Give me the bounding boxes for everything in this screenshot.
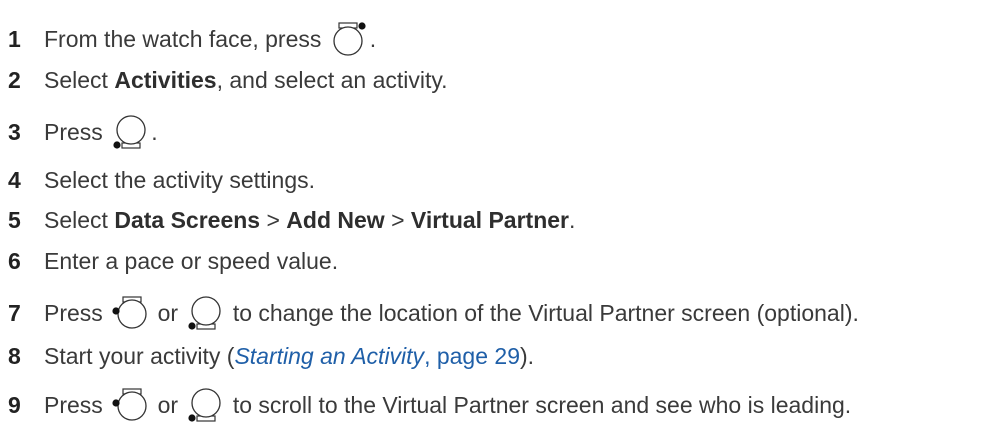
step-text-post: to change the location of the Virtual Pa… xyxy=(232,299,859,326)
step-number: 1 xyxy=(8,25,21,52)
step-2: 2 Select Activities , and select an acti… xyxy=(8,60,448,100)
step-6: 6 Enter a pace or speed value. xyxy=(8,241,338,281)
step-4: 4 Select the activity settings. xyxy=(8,160,315,200)
step-5: 5 Select Data Screens > Add New > Virtua… xyxy=(8,200,575,240)
step-text-post: ). xyxy=(519,342,535,369)
step-text-pre: Press xyxy=(44,299,103,326)
menu-separator: > xyxy=(384,206,411,233)
menu-item-virtual-partner: Virtual Partner xyxy=(410,206,569,233)
step-3: 3 Press . xyxy=(8,112,158,152)
step-text-pre: Press xyxy=(44,391,103,418)
step-text-post: . xyxy=(569,206,576,233)
step-number: 4 xyxy=(8,166,21,193)
step-text-pre: Select xyxy=(44,66,115,93)
step-text: Select the activity settings. xyxy=(44,166,316,193)
step-9: 9 Press or to scroll to the Virtual Part… xyxy=(8,385,851,425)
step-8: 8 Start your activity ( Starting an Acti… xyxy=(8,336,534,376)
step-text: Start your activity ( Starting an Activi… xyxy=(44,343,534,370)
watch-button-top-right-icon xyxy=(330,22,368,56)
step-number: 3 xyxy=(8,118,21,145)
step-number: 8 xyxy=(8,342,21,369)
menu-item-add-new: Add New xyxy=(286,206,385,233)
menu-separator: > xyxy=(260,206,287,233)
step-text: From the watch face, press . xyxy=(44,22,376,56)
step-text-post: , and select an activity. xyxy=(216,66,448,93)
step-text-mid: or xyxy=(157,299,179,326)
step-7: 7 Press or to change the location of the… xyxy=(8,293,859,333)
step-number: 6 xyxy=(8,247,21,274)
step-text-post: to scroll to the Virtual Partner screen … xyxy=(232,391,852,418)
step-text-post: . xyxy=(151,118,158,145)
step-text-pre: Select xyxy=(44,206,115,233)
step-text: Press . xyxy=(44,115,158,149)
step-text-pre: Press xyxy=(44,118,103,145)
step-number: 5 xyxy=(8,206,21,233)
watch-button-bottom-left-icon xyxy=(111,115,149,149)
watch-button-middle-left-icon xyxy=(111,388,149,422)
menu-item-data-screens: Data Screens xyxy=(114,206,261,233)
step-number: 2 xyxy=(8,66,21,93)
step-number: 7 xyxy=(8,299,21,326)
step-text-pre: From the watch face, press xyxy=(44,25,322,52)
step-text-post: . xyxy=(369,25,377,52)
cross-reference-title[interactable]: Starting an Activity xyxy=(234,343,424,369)
step-number: 9 xyxy=(8,391,21,418)
step-text: Enter a pace or speed value. xyxy=(44,247,339,274)
watch-button-bottom-left-icon xyxy=(186,296,224,330)
step-text: Select Activities , and select an activi… xyxy=(44,67,448,94)
watch-button-bottom-left-icon xyxy=(186,388,224,422)
step-text-pre: Start your activity ( xyxy=(44,342,235,369)
step-text: Press or to scroll to the Virtual Partne… xyxy=(44,388,851,422)
menu-item-activities: Activities xyxy=(114,66,217,93)
cross-reference-link[interactable]: Starting an Activity, page 29 xyxy=(234,343,520,370)
step-text-mid: or xyxy=(157,391,179,418)
step-1: 1 From the watch face, press . xyxy=(8,19,376,59)
step-text: Press or to change the location of the V… xyxy=(44,296,859,330)
cross-reference-page[interactable]: , page 29 xyxy=(424,343,520,369)
step-text: Select Data Screens > Add New > Virtual … xyxy=(44,207,575,234)
watch-button-middle-left-icon xyxy=(111,296,149,330)
